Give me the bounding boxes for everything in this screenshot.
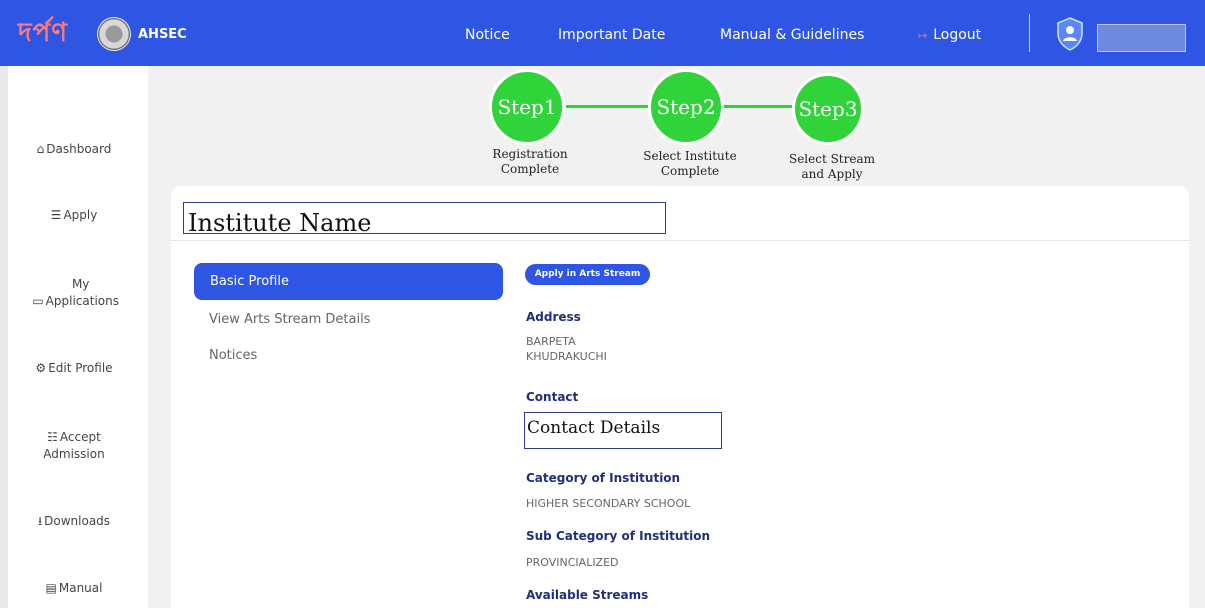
sidebar-item-label: Edit Profile [48, 361, 113, 375]
institute-name: Institute Name [188, 209, 372, 234]
menu-basic-profile[interactable]: Basic Profile [194, 263, 503, 300]
apply-arts-stream-button[interactable]: Apply in Arts Stream [525, 264, 650, 285]
logout-label: Logout [933, 27, 982, 43]
user-name-field[interactable] [1097, 24, 1186, 52]
institute-card [171, 186, 1189, 608]
contact-details-box: Contact Details [524, 412, 722, 449]
sidebar-item-edit-profile[interactable]: ⚙ Edit Profile [0, 360, 148, 377]
nav-divider [1029, 14, 1030, 52]
nav-important-date[interactable]: Important Date [558, 27, 665, 43]
step-caption-line: Select Stream [788, 152, 876, 166]
ahsec-seal-icon [97, 17, 131, 51]
form-icon: ☰ [50, 208, 62, 222]
folder-icon: ▭ [32, 294, 44, 308]
nav-manual-guidelines[interactable]: Manual & Guidelines [720, 27, 864, 43]
institute-name-box: Institute Name [183, 202, 666, 234]
step-1-caption: Registration Complete [470, 147, 590, 177]
step-caption-line: Registration [492, 147, 568, 161]
sidebar-item-manual[interactable]: ▤ Manual [0, 580, 148, 597]
brand-name[interactable]: AHSEC [138, 27, 187, 42]
logout-button[interactable]: ↦ Logout [918, 27, 981, 43]
menu-notices[interactable]: Notices [209, 348, 257, 363]
logout-icon: ↦ [918, 29, 928, 42]
sidebar-item-label: My Applications [45, 277, 119, 308]
home-icon: ⌂ [36, 142, 45, 156]
sidebar-item-apply[interactable]: ☰ Apply [0, 207, 148, 224]
step-caption-line: Complete [660, 164, 720, 178]
sidebar-item-label: Manual [58, 581, 103, 595]
step-1-circle: Step1 [489, 69, 565, 145]
step-2-caption: Select Institute Complete [630, 149, 750, 179]
sidebar-item-label: Apply [63, 208, 98, 222]
step-caption-line: Select Institute [643, 149, 737, 163]
address-line: BARPETA [526, 335, 576, 348]
sidebar-item-downloads[interactable]: ⭳ Downloads [0, 513, 148, 530]
download-icon: ⭳ [37, 514, 43, 528]
available-streams-label: Available Streams [526, 588, 649, 602]
sidebar-item-label: Downloads [44, 514, 111, 528]
category-value: HIGHER SECONDARY SCHOOL [526, 497, 691, 510]
contact-label: Contact [526, 390, 579, 404]
sidebar-item-dashboard[interactable]: ⌂ Dashboard [0, 141, 148, 158]
step-2-circle: Step2 [648, 69, 724, 145]
address-line: KHUDRAKUCHI [526, 350, 607, 363]
card-divider [171, 240, 1189, 241]
subcategory-label: Sub Category of Institution [526, 529, 711, 543]
contact-details: Contact Details [527, 418, 661, 438]
sidebar-item-my-applications[interactable]: ▭My Applications [2, 276, 146, 310]
edit-profile-icon: ⚙ [35, 361, 47, 375]
step-3-circle: Step3 [792, 73, 864, 145]
subcategory-value: PROVINCIALIZED [526, 556, 619, 569]
step-caption-line: and Apply [801, 167, 863, 181]
sidebar-item-accept-admission[interactable]: ☷ Accept Admission [18, 429, 130, 463]
step-connector [566, 105, 654, 108]
user-shield-icon[interactable] [1056, 17, 1084, 51]
manual-icon: ▤ [45, 581, 57, 595]
step-connector [722, 105, 800, 108]
menu-view-arts-stream[interactable]: View Arts Stream Details [209, 312, 370, 327]
admission-icon: ☷ [47, 430, 58, 444]
sidebar-item-label: Dashboard [46, 142, 112, 156]
category-label: Category of Institution [526, 471, 681, 485]
nav-notice[interactable]: Notice [465, 27, 510, 43]
address-label: Address [526, 310, 581, 324]
step-3-caption: Select Stream and Apply [772, 152, 892, 182]
step-caption-line: Complete [500, 162, 560, 176]
darpan-logo[interactable]: দৰ্পণ [18, 12, 68, 56]
